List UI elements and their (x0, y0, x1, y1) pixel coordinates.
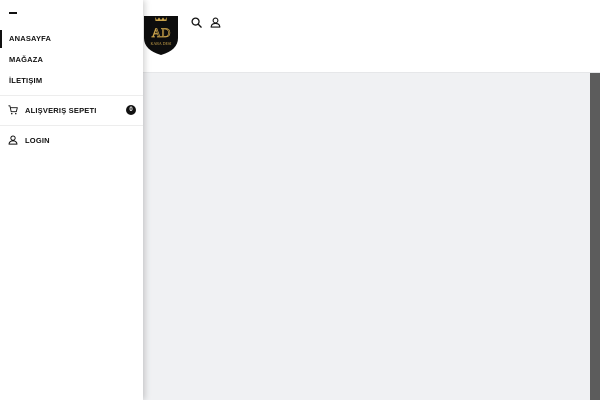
cart-label: ALIŞVERIŞ SEPETI (25, 105, 97, 115)
mobile-menu-drawer: ANASAYFA MAĞAZA İLETIŞIM ALIŞVERIŞ SEPET… (0, 0, 143, 400)
brand-logo[interactable]: AD KARA DESI (143, 14, 179, 56)
shopping-cart-icon (8, 105, 18, 115)
login-link[interactable]: LOGIN (8, 132, 136, 148)
close-menu-icon[interactable] (9, 12, 17, 14)
menu-item-contact[interactable]: İLETIŞIM (0, 72, 143, 90)
menu-item-shop[interactable]: MAĞAZA (0, 51, 143, 69)
menu-divider (0, 95, 143, 96)
menu-item-home[interactable]: ANASAYFA (0, 30, 143, 48)
cart-count-badge: 0 (126, 105, 136, 115)
logo-monogram: AD (152, 25, 171, 40)
page: AD KARA DESI ANASAYFA MAĞAZA İLETIŞIM AL… (0, 0, 600, 400)
scrollbar[interactable] (590, 73, 600, 400)
main-content (143, 73, 590, 400)
logo-text: KARA DESI (150, 41, 172, 46)
user-icon[interactable] (208, 15, 222, 29)
user-icon (8, 135, 18, 145)
cart-link[interactable]: ALIŞVERIŞ SEPETI 0 (8, 102, 136, 118)
menu-divider (0, 125, 143, 126)
search-icon[interactable] (189, 15, 203, 29)
login-label: LOGIN (25, 135, 50, 145)
